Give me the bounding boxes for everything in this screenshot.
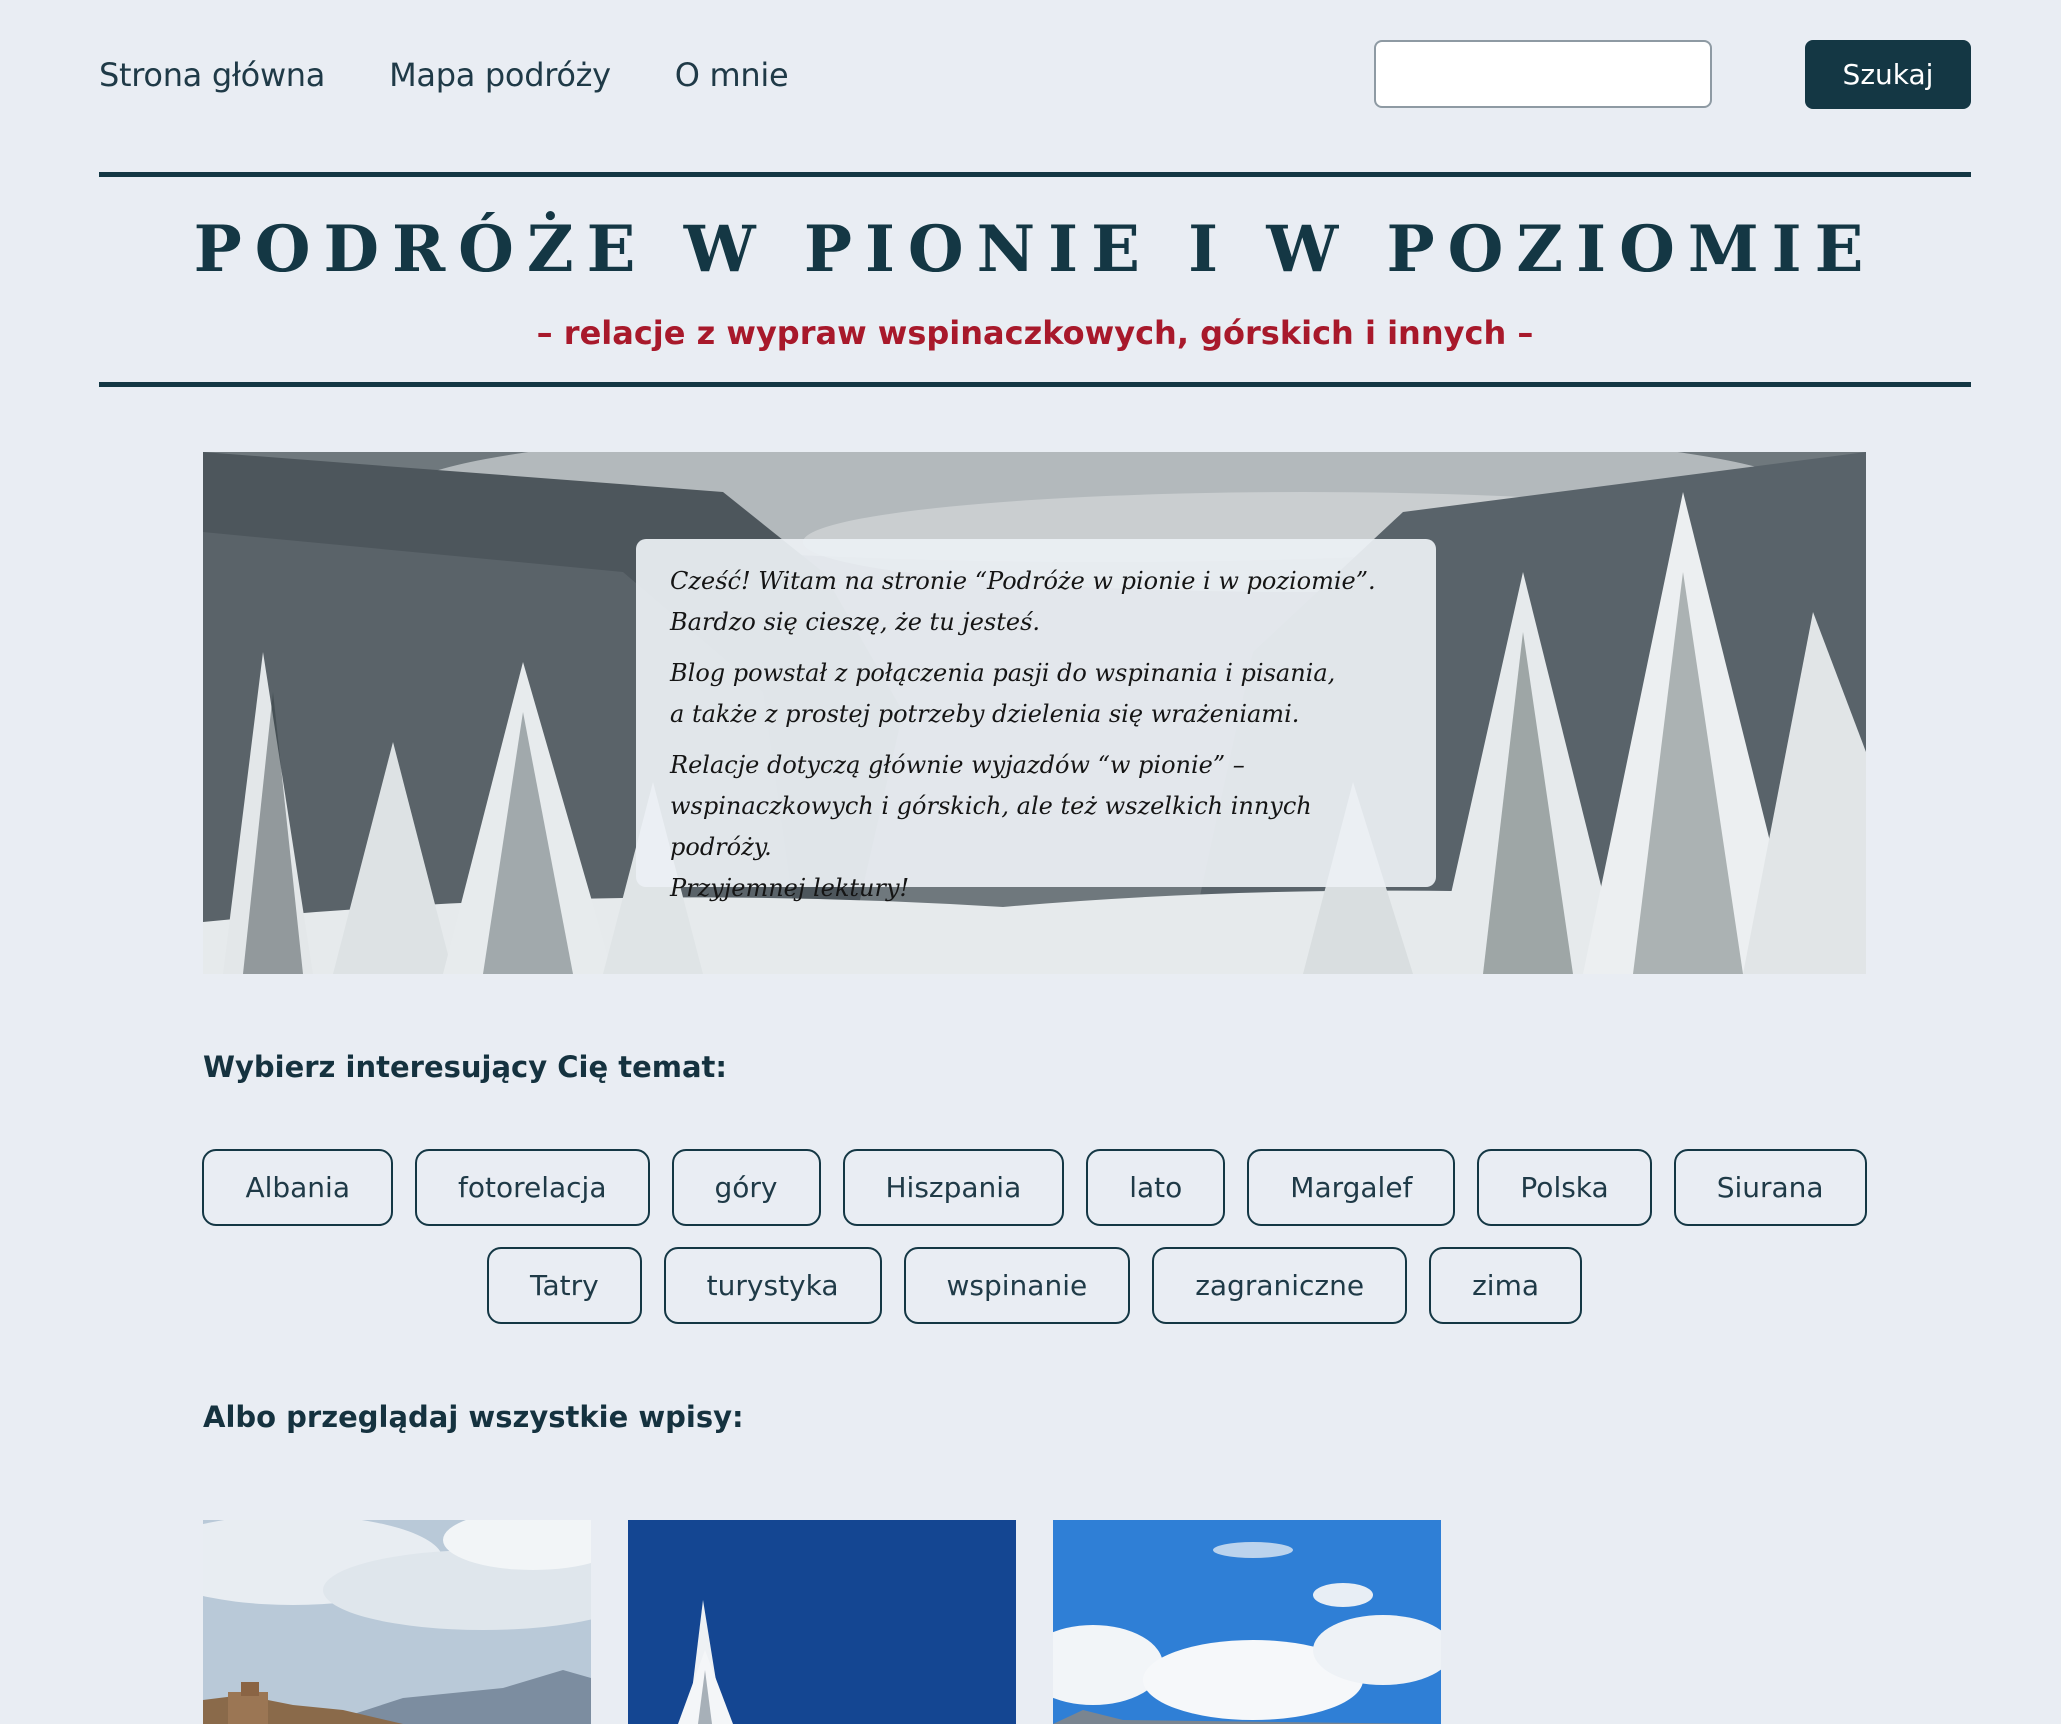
post-thumbnail-image [628,1520,1016,1724]
nav-links: Strona główna Mapa podróży O mnie [99,40,789,109]
nav-link-home[interactable]: Strona główna [99,56,325,94]
tag-fotorelacja[interactable]: fotorelacja [415,1149,650,1226]
site-subtitle: – relacje z wypraw wspinaczkowych, górsk… [536,314,1534,352]
tag-hiszpania[interactable]: Hiszpania [842,1149,1065,1226]
tag-lato[interactable]: lato [1086,1149,1226,1226]
post-thumbnail-image [1053,1520,1441,1724]
tag-albania[interactable]: Albania [202,1149,393,1226]
tag-tatry[interactable]: Tatry [486,1247,642,1324]
welcome-paragraph: Cześć! Witam na stronie “Podróże w pioni… [670,567,1376,636]
post-thumbnail-mountain-clouds[interactable] [1053,1520,1441,1724]
post-thumbnail-mountain-village[interactable] [203,1520,591,1724]
nav-link-about[interactable]: O mnie [675,56,789,94]
post-thumbnail-image [203,1520,591,1724]
tag-polska[interactable]: Polska [1477,1149,1652,1226]
top-navigation: Strona główna Mapa podróży O mnie Szukaj [99,40,1971,109]
header-top-divider [99,172,1971,177]
search-button[interactable]: Szukaj [1805,40,1971,109]
nav-link-travel-map[interactable]: Mapa podróży [389,56,611,94]
topic-tags: Albania fotorelacja góry Hiszpania lato … [202,1149,1867,1345]
blog-origin-paragraph: Blog powstał z połączenia pasji do wspin… [670,659,1336,728]
topic-tags-row: Albania fotorelacja góry Hiszpania lato … [202,1149,1867,1226]
topics-heading: Wybierz interesujący Cię temat: [203,1050,727,1084]
tag-wspinanie[interactable]: wspinanie [903,1247,1131,1324]
post-thumbnail-snowy-tree[interactable] [628,1520,1016,1724]
hero-banner: Cześć! Witam na stronie “Podróże w pioni… [203,452,1866,974]
welcome-message-card: Cześć! Witam na stronie “Podróże w pioni… [636,539,1436,902]
topic-tags-row: Tatry turystyka wspinanie zagraniczne zi… [203,1247,1866,1324]
tag-zima[interactable]: zima [1429,1247,1583,1324]
header-bottom-divider [99,382,1971,387]
tag-siurana[interactable]: Siurana [1673,1149,1867,1226]
blog-topics-paragraph: Relacje dotyczą głównie wyjazdów “w pion… [670,751,1312,902]
all-posts-heading: Albo przeglądaj wszystkie wpisy: [203,1400,744,1434]
search-input[interactable] [1374,40,1712,108]
site-title: PODRÓŻE W PIONIE I W POZIOMIE [193,212,1877,287]
tag-turystyka[interactable]: turystyka [663,1247,882,1324]
tag-margalef[interactable]: Margalef [1247,1149,1456,1226]
tag-gory[interactable]: góry [671,1149,821,1226]
tag-zagraniczne[interactable]: zagraniczne [1152,1247,1408,1324]
